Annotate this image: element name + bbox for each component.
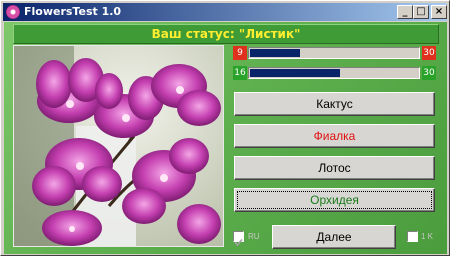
progress-total-badge: 30: [422, 66, 436, 80]
progress-current-value: 9: [237, 48, 243, 58]
left-checkbox-label: RU: [248, 232, 260, 241]
flower-photo-icon: [14, 46, 223, 246]
answer-button-cactus[interactable]: Кактус: [234, 92, 435, 116]
title-bar[interactable]: FlowersTest 1.0 _ □ ×: [3, 3, 447, 21]
progress-current-badge: 16: [233, 66, 247, 80]
right-checkbox-label: 1 K: [421, 232, 434, 241]
close-button[interactable]: ×: [431, 5, 447, 19]
right-checkbox[interactable]: [407, 231, 418, 242]
next-button[interactable]: Далее: [272, 225, 396, 249]
progress-current-badge: 9: [233, 46, 247, 60]
minimize-button[interactable]: _: [397, 5, 413, 19]
maximize-button[interactable]: □: [413, 5, 429, 19]
progress-total-badge: 30: [422, 46, 436, 60]
status-banner: Ваш статус: "Листик": [13, 24, 439, 44]
orchid-photo: [13, 45, 224, 247]
flower-app-icon: [6, 5, 20, 19]
answer-button-orchid[interactable]: Орхидея: [234, 188, 435, 212]
check-icon: [234, 238, 243, 247]
main-window: FlowersTest 1.0 _ □ × Ваш статус: "Листи…: [0, 0, 450, 256]
progress-bar: [248, 67, 420, 79]
left-checkbox[interactable]: [233, 231, 244, 247]
progress-total-value: 30: [423, 68, 435, 78]
progress-current-value: 16: [234, 68, 246, 78]
window-title: FlowersTest 1.0: [24, 5, 122, 18]
progress-bar-fill: [250, 49, 300, 57]
progress-total-value: 30: [423, 48, 435, 58]
answer-button-lotus[interactable]: Лотос: [234, 156, 435, 180]
client-area: Ваш статус: "Листик" 9 30 16 30 Кактус Ф…: [4, 22, 447, 254]
progress-bar: [248, 47, 420, 59]
answer-button-violet[interactable]: Фиалка: [234, 124, 435, 148]
progress-bar-fill: [250, 69, 340, 77]
